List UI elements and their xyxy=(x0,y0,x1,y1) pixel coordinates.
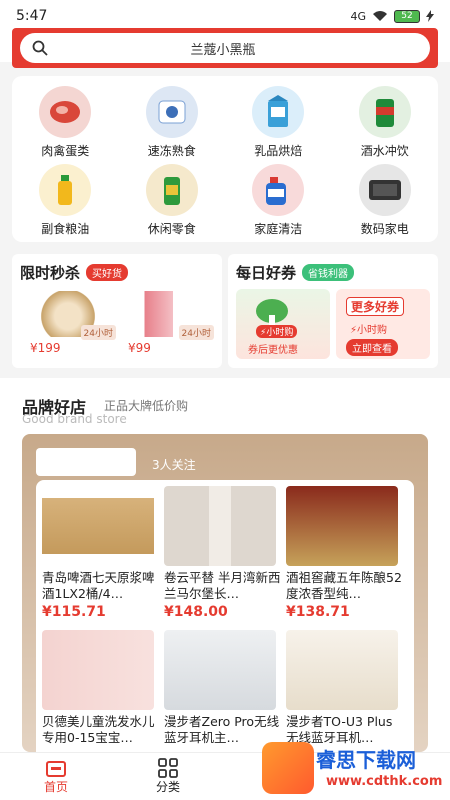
product-image xyxy=(286,486,398,566)
category-card: 肉禽蛋类 速冻熟食 乳品烘焙 酒水冲饮 副食粮油 休闲零食 家庭清洁 数码家电 xyxy=(12,76,438,242)
coupon-right-title: 更多好券 xyxy=(346,297,405,316)
status-icons: 4G 52 xyxy=(350,9,434,23)
category-grain-oil[interactable]: 副食粮油 xyxy=(12,164,119,238)
product-image xyxy=(42,630,154,710)
product-image xyxy=(42,486,154,566)
grid-icon xyxy=(158,758,178,778)
product-panel: 青岛啤酒七天原浆啤酒1LX2桶/4… ¥115.71 卷云平替 半月湾新西兰马尔… xyxy=(36,480,414,752)
category-appliances[interactable]: 数码家电 xyxy=(332,164,439,238)
category-label: 副食粮油 xyxy=(41,222,90,236)
tab-home[interactable]: 首页 xyxy=(0,753,112,800)
sale-price: ¥99 xyxy=(128,341,151,355)
product-name: 卷云平替 半月湾新西兰马尔堡长… xyxy=(164,570,281,601)
brand-subtitle-en: Good brand store xyxy=(22,412,127,426)
search-input[interactable]: 兰蔻小黑瓶 xyxy=(20,33,430,63)
search-placeholder: 兰蔻小黑瓶 xyxy=(190,42,256,58)
coupon-tag: 省钱利器 xyxy=(302,264,355,281)
product-image xyxy=(164,486,276,566)
view-now-button[interactable]: 立即查看 xyxy=(346,339,398,356)
flash-sale-title: 限时秒杀 xyxy=(20,264,81,282)
category-label: 家庭清洁 xyxy=(254,222,303,236)
product-image xyxy=(286,630,398,710)
flash-sale-item[interactable]: 24小时 ¥199 xyxy=(20,291,116,355)
frozen-food-icon xyxy=(145,86,198,138)
daily-coupon-card[interactable]: 每日好券 省钱利器 ⚡小时购 券后更优惠 更多好券 ⚡小时购 立即查看 xyxy=(228,254,438,368)
appliance-icon xyxy=(358,164,411,216)
watermark: 睿思下载网 www.cdthk.com xyxy=(262,740,450,800)
product-card[interactable]: 漫步者TO-U3 Plus无线蓝牙耳机… xyxy=(286,630,404,752)
cleaning-icon xyxy=(252,164,305,216)
sale-price: ¥199 xyxy=(30,341,61,355)
category-frozen[interactable]: 速冻熟食 xyxy=(119,86,226,160)
milk-icon xyxy=(252,86,305,138)
product-image xyxy=(164,630,276,710)
category-label: 休闲零食 xyxy=(147,222,196,236)
signal-icon: 4G xyxy=(350,9,366,23)
coupon-right[interactable]: 更多好券 ⚡小时购 立即查看 xyxy=(336,289,430,359)
product-price: ¥148.00 xyxy=(164,604,228,620)
sale-badge: 24小时 xyxy=(178,325,214,340)
product-card[interactable]: 酒祖窖藏五年陈酿52度浓香型纯… ¥138.71 xyxy=(286,486,404,624)
category-label: 酒水冲饮 xyxy=(360,144,409,158)
watermark-logo xyxy=(262,742,314,794)
home-icon xyxy=(46,761,66,777)
category-drinks[interactable]: 酒水冲饮 xyxy=(332,86,439,160)
flash-sale-card[interactable]: 限时秒杀 买好货 24小时 ¥199 24小时 ¥99 xyxy=(12,254,222,368)
tab-category[interactable]: 分类 xyxy=(112,753,224,800)
flash-sale-tag: 买好货 xyxy=(86,264,129,281)
vegetable-icon xyxy=(256,299,288,325)
coupon-title: 每日好券 xyxy=(236,264,297,282)
battery-icon: 52 xyxy=(394,9,420,23)
product-card[interactable]: 漫步者Zero Pro无线蓝牙耳机主… xyxy=(164,630,282,752)
coupon-left[interactable]: ⚡小时购 券后更优惠 xyxy=(236,289,330,359)
tab-category-label: 分类 xyxy=(155,780,180,794)
category-dairy[interactable]: 乳品烘焙 xyxy=(225,86,332,160)
product-name: 青岛啤酒七天原浆啤酒1LX2桶/4… xyxy=(42,570,155,601)
sale-badge: 24小时 xyxy=(80,325,116,340)
coupon-left-label: 券后更优惠 xyxy=(248,345,298,356)
category-snacks[interactable]: 休闲零食 xyxy=(119,164,226,238)
tab-home-label: 首页 xyxy=(43,780,68,794)
oil-icon xyxy=(39,164,92,216)
coupon-right-badge: ⚡小时购 xyxy=(350,325,388,336)
product-name: 贝德美儿童洗发水儿专用0-15宝宝… xyxy=(42,714,155,745)
store-logo[interactable] xyxy=(36,448,136,476)
category-label: 乳品烘焙 xyxy=(254,144,303,158)
category-meat[interactable]: 肉禽蛋类 xyxy=(12,86,119,160)
drink-icon xyxy=(358,86,411,138)
battery-level: 52 xyxy=(401,10,413,21)
category-label: 速冻熟食 xyxy=(147,144,196,158)
watermark-url: www.cdthk.com xyxy=(326,774,443,789)
category-label: 数码家电 xyxy=(360,222,409,236)
meat-icon xyxy=(39,86,92,138)
promo-row: 限时秒杀 买好货 24小时 ¥199 24小时 ¥99 每日好券 省钱利器 ⚡小… xyxy=(12,254,438,368)
product-price: ¥138.71 xyxy=(286,604,350,620)
search-icon xyxy=(32,40,48,56)
brand-section: 品牌好店 正品大牌低价购 Good brand store 3人关注 青岛啤酒七… xyxy=(0,378,450,752)
wifi-icon xyxy=(373,11,387,21)
snack-icon xyxy=(145,164,198,216)
brand-banner[interactable]: 3人关注 青岛啤酒七天原浆啤酒1LX2桶/4… ¥115.71 卷云平替 半月湾… xyxy=(22,434,428,752)
charging-icon xyxy=(426,10,434,22)
category-grid: 肉禽蛋类 速冻熟食 乳品烘焙 酒水冲饮 副食粮油 休闲零食 家庭清洁 数码家电 xyxy=(12,76,438,238)
search-bar[interactable]: 兰蔻小黑瓶 xyxy=(12,28,438,68)
product-card[interactable]: 贝德美儿童洗发水儿专用0-15宝宝… xyxy=(42,630,160,752)
product-price: ¥115.71 xyxy=(42,604,106,620)
product-name: 酒祖窖藏五年陈酿52度浓香型纯… xyxy=(286,570,402,601)
watermark-text: 睿思下载网 xyxy=(316,748,416,772)
coupon-left-badge: ⚡小时购 xyxy=(256,325,298,338)
flash-sale-item[interactable]: 24小时 ¥99 xyxy=(118,291,214,355)
status-time: 5:47 xyxy=(16,8,48,24)
category-label: 肉禽蛋类 xyxy=(41,144,90,158)
store-followers: 3人关注 xyxy=(152,458,196,472)
product-card[interactable]: 卷云平替 半月湾新西兰马尔堡长… ¥148.00 xyxy=(164,486,282,624)
category-cleaning[interactable]: 家庭清洁 xyxy=(225,164,332,238)
product-card[interactable]: 青岛啤酒七天原浆啤酒1LX2桶/4… ¥115.71 xyxy=(42,486,160,624)
